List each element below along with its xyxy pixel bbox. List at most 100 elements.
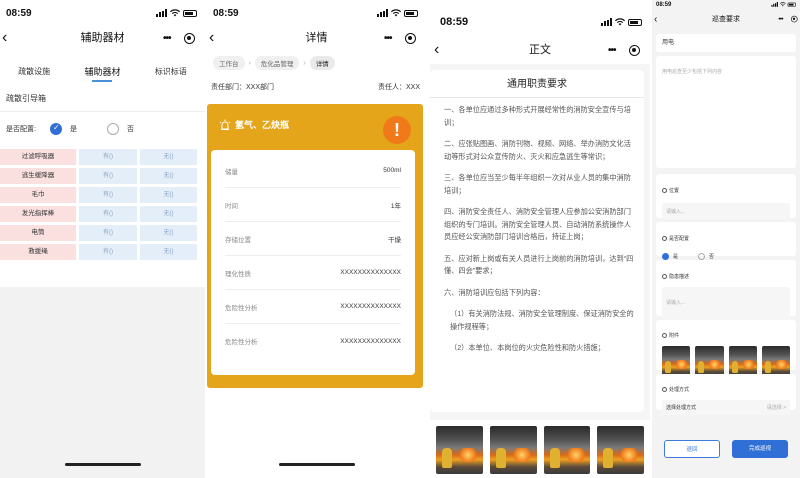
paragraph: （1）有关消防法规、消防安全管理制度、保证消防安全的操作规程等； [450, 309, 634, 331]
radio-yes-label: 是 [69, 126, 77, 133]
equip-name: 逃生缓降器 [0, 168, 76, 184]
has-option[interactable]: 有() [79, 149, 137, 165]
crumb-workbench[interactable]: 工作台 [213, 56, 245, 70]
hazard-description-field: 隐患描述 请输入... [656, 260, 796, 321]
hazard-label: 隐患描述 [669, 274, 690, 280]
empty-area [0, 287, 205, 478]
fire-drill-photo[interactable] [489, 426, 537, 474]
detail-row: 储量 500ml [225, 154, 401, 188]
none-option[interactable]: 无() [140, 206, 197, 222]
crumb-hazmat[interactable]: 危化品管理 [254, 56, 300, 70]
more-icon[interactable]: ••• [163, 33, 171, 44]
miniapp-capsule[interactable]: ••• [159, 30, 199, 46]
attachment-photo[interactable] [728, 346, 757, 376]
hazard-input[interactable]: 请输入... [662, 287, 790, 321]
more-icon[interactable]: ••• [778, 16, 783, 23]
battery-icon [404, 9, 418, 17]
field-value: XXXXXXXXXXXXXX [340, 337, 401, 345]
has-option[interactable]: 有() [79, 244, 137, 260]
status-bar: 08:59 [430, 0, 650, 36]
location-placeholder: 请输入... [666, 209, 686, 215]
paragraph: 三、各单位应当至少每半年组织一次对从业人员的集中消防培训； [444, 173, 631, 195]
none-option[interactable]: 无() [140, 149, 197, 165]
config-label: 是否配置 [669, 236, 690, 242]
equip-name: 发光指挥棒 [0, 206, 76, 222]
home-indicator[interactable] [278, 463, 355, 466]
config-radio-group: 是否配置: 是 否 [0, 118, 205, 140]
field-key: 时间 [225, 202, 238, 210]
complete-button[interactable]: 完成巡视 [732, 440, 788, 458]
more-icon[interactable]: ••• [608, 45, 616, 56]
radio-no[interactable] [106, 123, 119, 135]
handling-select-placeholder: 请选择 > [766, 405, 786, 411]
signal-icon [377, 9, 388, 17]
radio-no[interactable] [698, 253, 706, 260]
close-target-icon[interactable] [405, 32, 416, 44]
none-option[interactable]: 无() [140, 168, 197, 184]
handling-label: 处理方式 [669, 387, 690, 393]
table-row: 逃生缓降器 有() 无() [0, 168, 200, 184]
fire-drill-photo[interactable] [597, 426, 644, 474]
equip-name: 毛巾 [0, 187, 76, 203]
radio-yes[interactable] [49, 123, 62, 135]
responsible-dept: 责任部门：XXX部门 [211, 84, 275, 91]
detail-row: 理化性质 XXXXXXXXXXXXXX [225, 256, 401, 290]
radio-no-label: 否 [709, 254, 715, 260]
has-option[interactable]: 有() [79, 168, 137, 184]
return-button[interactable]: 退回 [664, 440, 720, 458]
signal-icon [156, 9, 167, 17]
has-option[interactable]: 有() [79, 206, 137, 222]
has-option[interactable]: 有() [79, 225, 137, 241]
equip-name: 救援绳 [0, 244, 76, 260]
table-row: 发光指挥棒 有() 无() [0, 206, 200, 222]
location-icon [662, 188, 667, 194]
attachment-field: 附件 [656, 320, 796, 376]
field-key: 危险性分析 [225, 339, 258, 346]
requirement-placeholder: 用电巡查至少包括下列内容 [662, 69, 723, 75]
miniapp-capsule[interactable]: ••• [776, 14, 800, 24]
none-option[interactable]: 无() [140, 225, 197, 241]
handling-field: 处理方式 选择处理方式 请选择 > [656, 374, 796, 415]
fire-drill-photo[interactable] [543, 426, 591, 474]
clock: 08:59 [6, 8, 32, 19]
phone-inspection: 08:59 ‹ 巡查要求 ••• 用电 用电巡查至少包括下列内容 位置 请输入.… [652, 0, 800, 478]
requirement-textarea[interactable]: 用电巡查至少包括下列内容 [656, 56, 796, 168]
close-target-icon[interactable] [791, 15, 798, 23]
location-input[interactable]: 请输入... [662, 203, 790, 219]
chevron-right-icon: › [303, 59, 306, 67]
tab-aux-equipment[interactable]: 辅助器材 [68, 60, 136, 84]
handling-icon [662, 387, 667, 393]
tab-evacuation[interactable]: 疏散设施 [0, 60, 68, 84]
alarm-icon [219, 119, 231, 130]
none-option[interactable]: 无() [140, 187, 197, 203]
tab-signage[interactable]: 标识标语 [137, 60, 205, 84]
nav-bar: ‹ 详情 ••• [207, 28, 426, 50]
detail-row: 危险性分析 XXXXXXXXXXXXXX [225, 290, 401, 324]
close-target-icon[interactable] [629, 44, 640, 56]
radio-yes[interactable] [662, 253, 669, 260]
has-option[interactable]: 有() [79, 187, 137, 203]
miniapp-capsule[interactable]: ••• [604, 42, 644, 58]
category-tabs: 疏散设施 辅助器材 标识标语 [0, 60, 205, 84]
close-target-icon[interactable] [184, 32, 195, 44]
home-indicator[interactable] [64, 463, 141, 466]
status-icons [377, 9, 418, 17]
more-icon[interactable]: ••• [384, 33, 392, 44]
paragraph: （2）本单位、本岗位的火灾危险性和防火措施； [450, 343, 605, 352]
handling-select[interactable]: 选择处理方式 请选择 > [662, 400, 790, 415]
miniapp-capsule[interactable]: ••• [380, 30, 420, 46]
table-row: 过滤呼吸器 有() 无() [0, 149, 200, 165]
wifi-icon [615, 18, 625, 26]
attachment-photo[interactable] [761, 346, 790, 376]
fire-drill-photo[interactable] [436, 426, 483, 474]
field-key: 危险性分析 [225, 304, 258, 312]
battery-icon [787, 2, 796, 7]
phone-aux-equipment: 08:59 ‹ 辅助器材 ••• 疏散设施 辅助器材 标识标语 疏散引导箱 是否… [0, 0, 205, 478]
handling-select-label: 选择处理方式 [666, 405, 697, 411]
attachment-photo[interactable] [662, 346, 691, 376]
status-bar: 08:59 [652, 0, 800, 12]
paragraph: 六、消防培训应包括下列内容： [444, 287, 545, 297]
attachment-photo[interactable] [695, 346, 724, 376]
none-option[interactable]: 无() [140, 244, 197, 260]
detail-card: 储量 500ml 时间 1年 存储位置 干燥 理化性质 XXXXXXXXXXXXXX 危… [211, 150, 415, 375]
